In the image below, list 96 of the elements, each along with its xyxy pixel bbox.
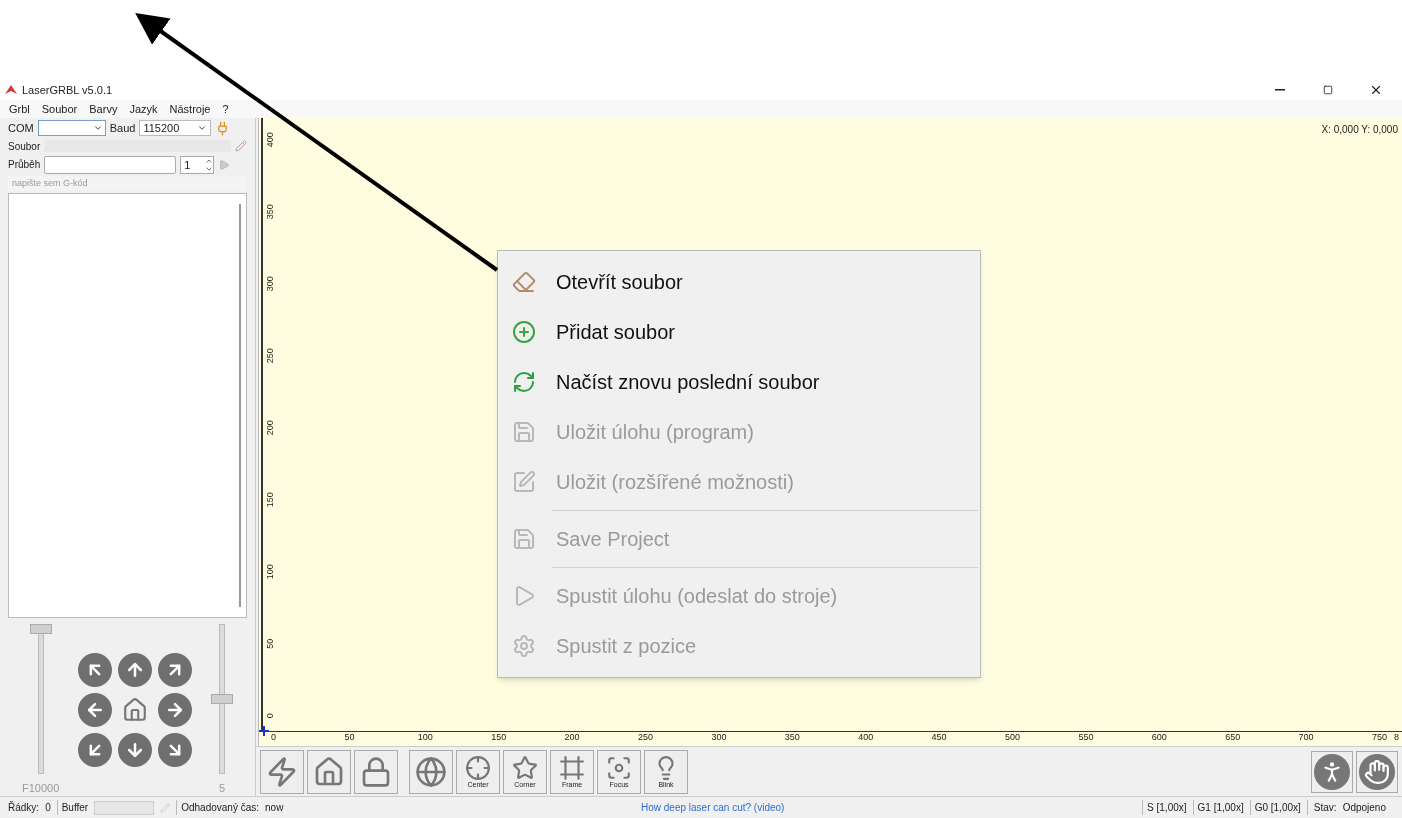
ruler-label: 150 xyxy=(264,490,277,509)
jog-button[interactable] xyxy=(78,692,113,727)
copies-spinner[interactable]: 1 xyxy=(180,155,215,174)
ruler-label: 750 xyxy=(1372,730,1388,744)
ruler-label: 500 xyxy=(1005,730,1021,744)
lightning-icon xyxy=(266,755,298,788)
ruler-label: 200 xyxy=(564,730,580,744)
baud-dropdown[interactable]: 115200 xyxy=(139,120,212,137)
ruler-label: 450 xyxy=(931,730,947,744)
hand-icon xyxy=(1364,758,1390,785)
slider-track[interactable] xyxy=(211,623,233,774)
progress-label: Průběh xyxy=(8,158,41,173)
time-label: Odhadovaný čas: xyxy=(176,800,259,815)
globe-icon xyxy=(415,755,447,788)
lock-icon xyxy=(360,755,392,788)
jog-button[interactable] xyxy=(158,692,193,727)
slider-thumb[interactable] xyxy=(211,693,233,704)
ruler-label: 550 xyxy=(1078,730,1094,744)
step-value: 5 xyxy=(218,780,226,796)
gear-icon xyxy=(512,634,536,658)
home-icon[interactable] xyxy=(122,696,149,723)
ruler-label: 300 xyxy=(711,730,727,744)
jog-button[interactable] xyxy=(78,652,113,687)
frame-icon xyxy=(559,755,585,781)
slider-thumb[interactable] xyxy=(29,623,52,634)
menu-item[interactable]: Otevřít soubor xyxy=(498,257,980,307)
lines-count: 0 xyxy=(45,801,51,815)
coordinates-readout: X: 0,000 Y: 0,000 xyxy=(1321,123,1398,137)
lines-label: Řádky: xyxy=(8,800,40,815)
menu-item[interactable]: Načíst znovu poslední soubor xyxy=(498,357,980,407)
toolbar-button[interactable] xyxy=(1311,750,1353,793)
override-value: S [1,00x] xyxy=(1142,800,1187,815)
jog-button[interactable] xyxy=(78,732,113,767)
slider-track[interactable] xyxy=(29,623,52,774)
gcode-input[interactable]: napište sem G-kód xyxy=(8,176,247,191)
edit-icon xyxy=(512,470,536,494)
override-value: G0 [1,00x] xyxy=(1249,800,1301,815)
focus-icon xyxy=(606,755,632,781)
toolbar-button[interactable] xyxy=(307,749,351,794)
ruler-label: 300 xyxy=(264,274,277,293)
plus-icon xyxy=(512,320,536,344)
ruler-label: 250 xyxy=(638,730,654,744)
jog-button[interactable] xyxy=(118,732,153,767)
ruler-label: 100 xyxy=(417,730,433,744)
refresh-icon xyxy=(512,370,536,394)
buffer-label: Buffer xyxy=(56,800,89,815)
menu-item[interactable]: ? xyxy=(217,100,234,118)
toolbar-button[interactable] xyxy=(1356,750,1398,793)
menu-item[interactable]: Soubor xyxy=(36,100,83,118)
port-label: COM xyxy=(8,121,34,137)
jog-button[interactable] xyxy=(118,652,153,687)
ruler-label: 0 xyxy=(271,730,276,744)
state-value: Odpojeno xyxy=(1342,801,1386,815)
baud-label: Baud xyxy=(109,121,136,137)
ruler-label: 400 xyxy=(264,130,277,149)
buffer-bar xyxy=(94,800,155,815)
ruler-label: 600 xyxy=(1151,730,1167,744)
menu-item[interactable]: Grbl xyxy=(4,100,35,118)
menu-item[interactable]: Nástroje xyxy=(164,100,216,118)
ruler-label: 700 xyxy=(1298,730,1314,744)
video-link[interactable]: How deep laser can cut? (video) xyxy=(641,800,785,815)
toolbar-button[interactable] xyxy=(260,749,304,794)
window-title: LaserGRBL v5.0.1 xyxy=(22,82,113,98)
crosshair-icon xyxy=(465,755,491,781)
ruler-label: 400 xyxy=(858,730,874,744)
toolbar-button[interactable] xyxy=(409,749,453,794)
ruler-label: 650 xyxy=(1225,730,1241,744)
minimize-icon xyxy=(1275,89,1285,91)
ruler-label: 350 xyxy=(784,730,800,744)
origin-marker-icon xyxy=(259,726,269,736)
app-logo-icon xyxy=(4,84,18,96)
menu-item[interactable]: Jazyk xyxy=(124,100,163,118)
file-label: Soubor xyxy=(8,139,41,154)
ruler-label: 200 xyxy=(264,418,277,437)
ruler-label: 0 xyxy=(264,711,277,720)
ruler-label: 50 xyxy=(344,730,355,744)
ruler-label: 350 xyxy=(264,202,277,221)
jog-button[interactable] xyxy=(158,652,193,687)
override-value: G1 [1,00x] xyxy=(1192,800,1244,815)
port-dropdown[interactable] xyxy=(37,120,106,137)
ruler-label: 8 xyxy=(1394,730,1399,744)
menu-item[interactable]: Přidat soubor xyxy=(498,307,980,357)
speed-value: F10000 xyxy=(22,780,60,796)
ruler-label: 50 xyxy=(264,637,277,651)
ruler-label: 150 xyxy=(491,730,507,744)
ruler-label: 250 xyxy=(264,346,277,365)
close-icon xyxy=(1369,83,1383,97)
ruler-label: 100 xyxy=(264,562,277,581)
menu-item[interactable]: Barvy xyxy=(84,100,123,118)
time-value: now xyxy=(265,801,284,815)
house-icon xyxy=(313,755,345,788)
jog-button[interactable] xyxy=(158,732,193,767)
toolbar-button[interactable] xyxy=(354,749,398,794)
maximize-icon xyxy=(1323,85,1333,95)
state-label: Stav: xyxy=(1306,800,1337,815)
star-icon xyxy=(512,755,538,781)
